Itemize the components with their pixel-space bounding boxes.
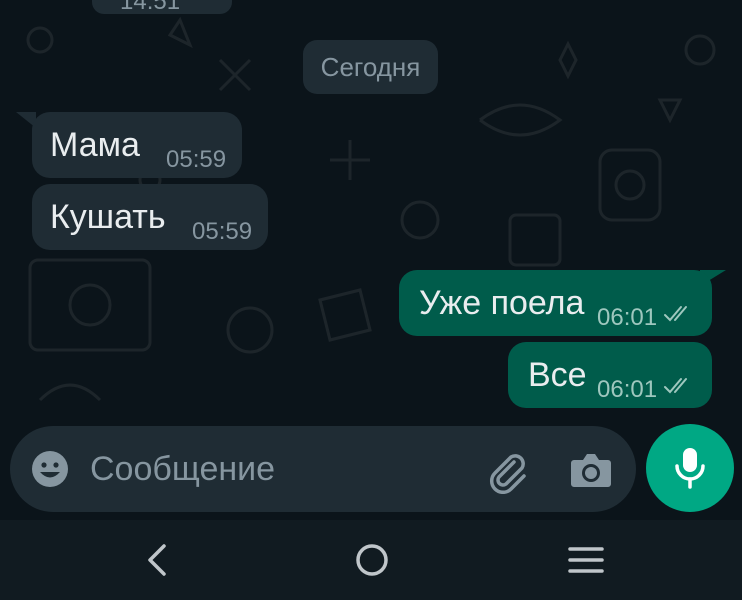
emoji-icon[interactable]: [30, 449, 70, 489]
voice-record-button[interactable]: [646, 424, 734, 512]
message-composer: [10, 426, 636, 512]
system-navigation-bar: [0, 520, 742, 600]
previous-message-time: 14:51: [120, 0, 181, 14]
previous-message-fragment: 14:51: [92, 0, 232, 14]
date-separator: Сегодня: [303, 40, 438, 94]
read-double-check-icon: [664, 378, 687, 394]
message-text: Уже поела: [419, 284, 585, 322]
back-icon[interactable]: [138, 540, 178, 580]
camera-icon[interactable]: [570, 450, 612, 490]
read-double-check-icon: [664, 306, 687, 322]
message-bubble-outgoing[interactable]: Все 06:01: [508, 342, 712, 408]
chat-screen: 14:51 Сегодня Мама 05:59 Кушать 05:59 Уж…: [0, 0, 742, 600]
home-icon[interactable]: [352, 540, 392, 580]
message-time: 05:59: [192, 218, 253, 245]
message-bubble-incoming[interactable]: Кушать 05:59: [32, 184, 268, 250]
message-time: 06:01: [597, 304, 658, 331]
microphone-icon: [675, 448, 705, 489]
message-bubble-outgoing[interactable]: Уже поела 06:01: [399, 270, 712, 336]
message-time: 06:01: [597, 376, 658, 403]
message-text: Все: [528, 356, 587, 394]
message-input[interactable]: [90, 446, 470, 492]
message-bubble-incoming[interactable]: Мама 05:59: [32, 112, 242, 178]
message-text: Мама: [50, 126, 140, 164]
paperclip-icon[interactable]: [484, 448, 530, 494]
recent-apps-icon[interactable]: [566, 540, 606, 580]
message-text: Кушать: [50, 198, 166, 236]
message-time: 05:59: [166, 146, 227, 173]
